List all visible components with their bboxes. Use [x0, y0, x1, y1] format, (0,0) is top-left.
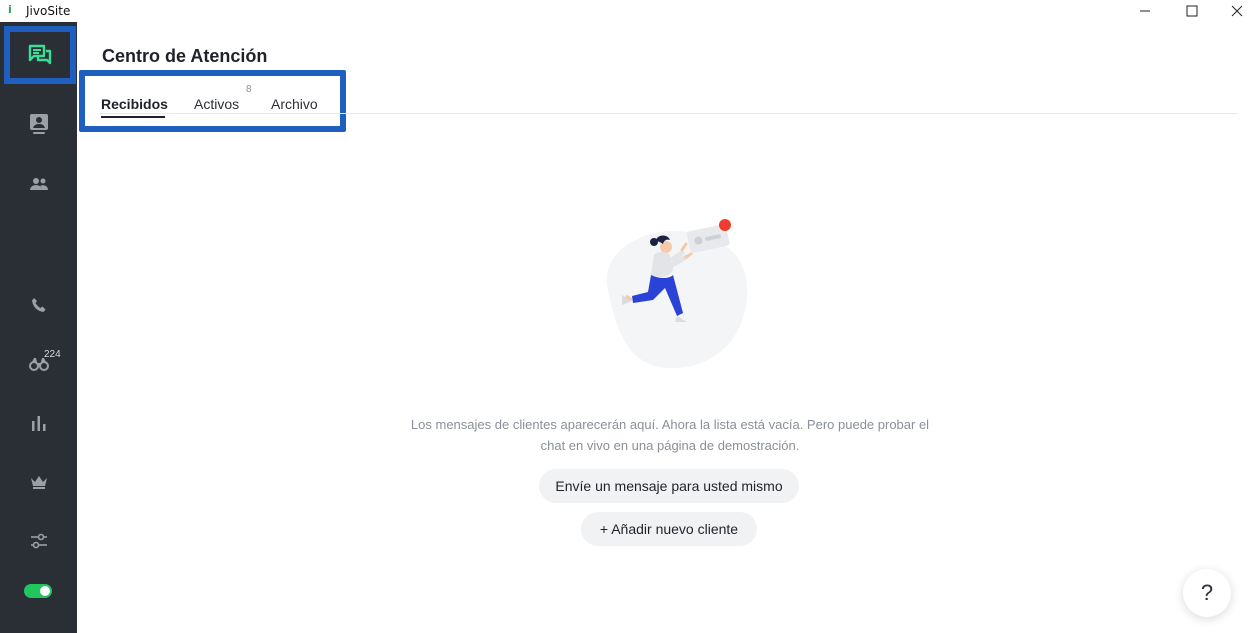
add-new-client-button[interactable]: + Añadir nuevo cliente — [581, 512, 757, 546]
sidebar-item-chats[interactable] — [4, 26, 76, 84]
active-tab-underline — [101, 116, 165, 118]
minimize-button[interactable] — [1122, 0, 1168, 22]
bar-chart-icon — [31, 416, 45, 431]
settings-sliders-icon — [30, 533, 47, 549]
tabs-highlight-box: Recibidos Activos 8 Archivo — [79, 70, 346, 132]
sidebar-item-visitors[interactable] — [0, 342, 77, 386]
sidebar: 224 — [0, 22, 77, 633]
empty-state-line-1: Los mensajes de clientes aparecerán aquí… — [410, 417, 930, 432]
person-running-with-chat-card-illustration — [606, 219, 748, 369]
sidebar-item-plan[interactable] — [0, 460, 77, 504]
header-divider — [100, 113, 1238, 114]
maximize-button[interactable] — [1169, 0, 1215, 22]
team-icon — [29, 178, 48, 190]
chat-bubbles-icon — [28, 44, 52, 65]
empty-state-message: Los mensajes de clientes aparecerán aquí… — [390, 414, 950, 456]
send-message-to-self-button[interactable]: Envíe un mensaje para usted mismo — [539, 469, 799, 503]
visitors-count-badge: 224 — [44, 349, 61, 360]
activos-count-badge: 8 — [246, 84, 252, 95]
jivosite-logo-icon: ⅰ — [8, 3, 12, 16]
sidebar-item-calls[interactable] — [0, 283, 77, 327]
tab-archivo[interactable]: Archivo — [271, 96, 318, 112]
sidebar-item-contacts[interactable] — [0, 102, 77, 146]
empty-state-line-2: chat en vivo en una página de demostraci… — [540, 438, 800, 453]
online-status-toggle[interactable] — [24, 584, 52, 598]
window-title: JivoSite — [26, 4, 71, 18]
close-icon — [1231, 5, 1243, 17]
tab-activos[interactable]: Activos — [194, 96, 239, 112]
contact-card-icon — [29, 114, 48, 134]
phone-icon — [31, 298, 45, 312]
help-button[interactable]: ? — [1183, 569, 1231, 617]
sidebar-item-reports[interactable] — [0, 401, 77, 445]
window-titlebar: ⅰ JivoSite — [0, 0, 1260, 22]
minimize-icon — [1140, 10, 1150, 12]
sidebar-item-settings[interactable] — [0, 519, 77, 563]
maximize-icon — [1186, 5, 1198, 17]
close-button[interactable] — [1214, 0, 1260, 22]
page-title: Centro de Atención — [102, 46, 268, 66]
crown-icon — [30, 476, 47, 489]
toggle-knob — [40, 586, 50, 596]
sidebar-item-team[interactable] — [0, 162, 77, 206]
tab-recibidos[interactable]: Recibidos — [101, 96, 168, 112]
